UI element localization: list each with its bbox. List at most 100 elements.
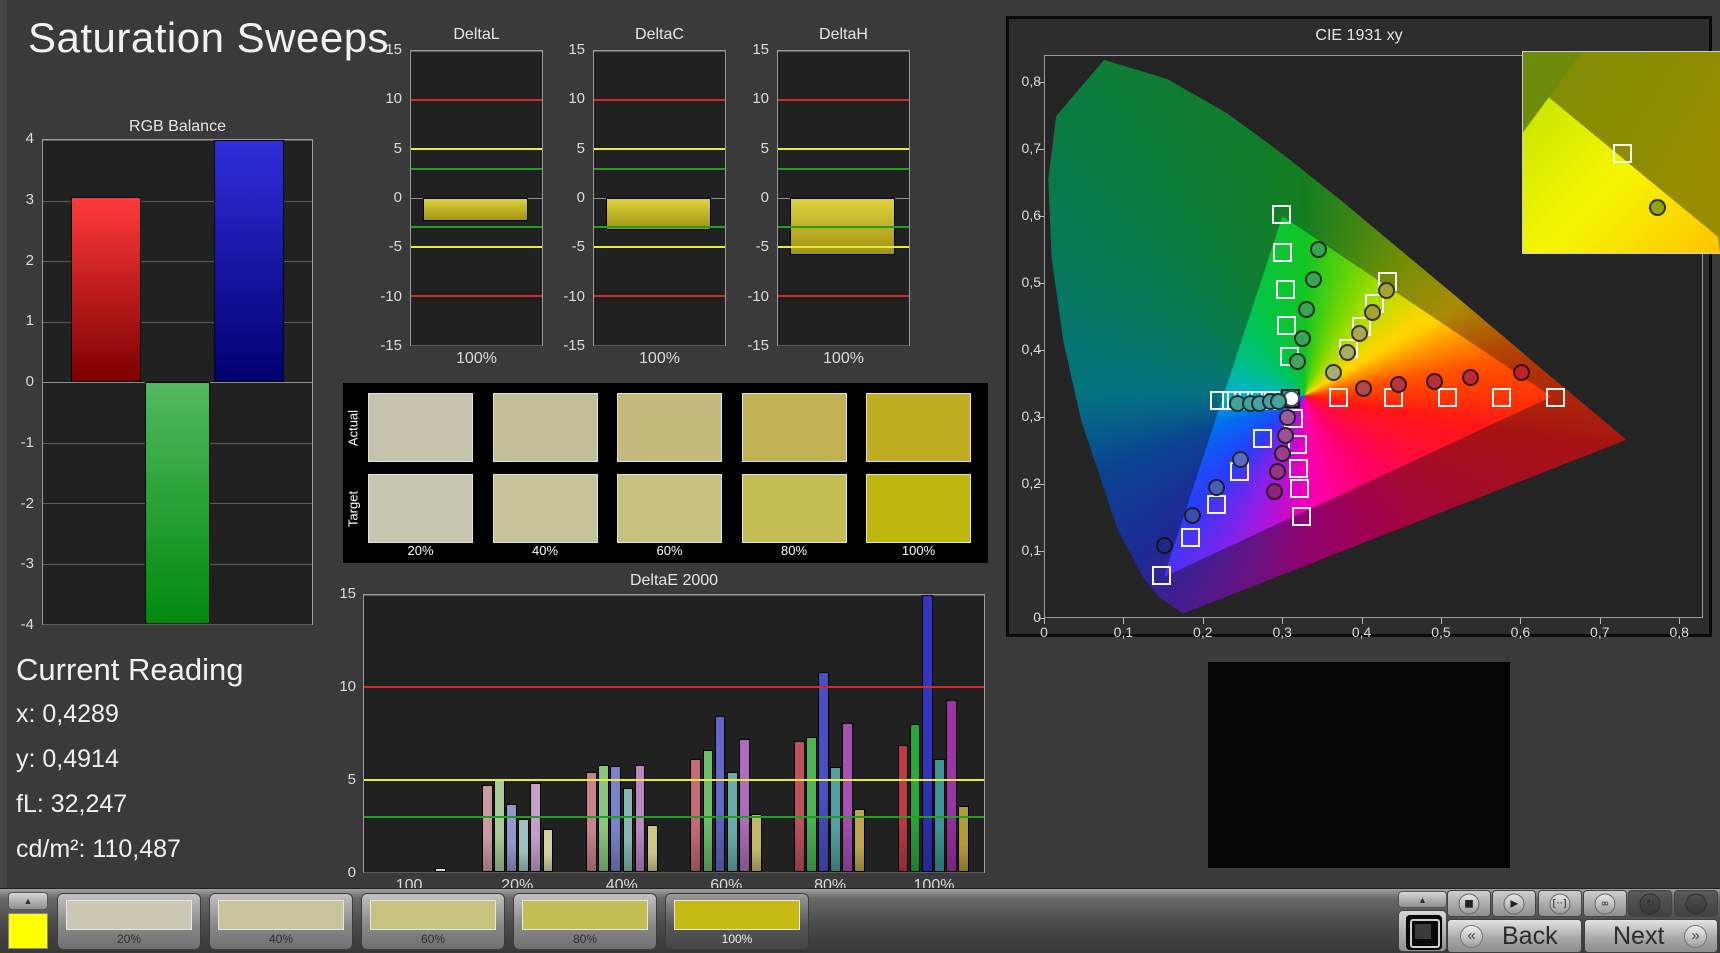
deltae-bar [610, 765, 622, 872]
stop-icon: ■ [1458, 893, 1480, 914]
cie-x-tick-label: 0,7 [1590, 624, 1610, 640]
play-icon: ▶ [1503, 893, 1525, 914]
transport-collapse-button[interactable] [1398, 891, 1447, 908]
cie-measured-point [1354, 380, 1372, 398]
next-button[interactable]: Next [1584, 919, 1718, 953]
pattern-button-60%[interactable]: 60% [361, 893, 505, 950]
cie-target-square [1277, 315, 1297, 335]
back-button[interactable]: Back [1447, 919, 1582, 953]
cie-target-square [1273, 243, 1293, 263]
delta-y-tick-label: 5 [760, 139, 769, 157]
play-button[interactable]: ▶ [1492, 890, 1537, 917]
swatch-column-label: 60% [656, 543, 683, 558]
delta-l-title: DeltaL [453, 26, 500, 43]
deltae-bar [738, 739, 750, 872]
cie-target-square [1290, 479, 1310, 499]
reference-line-yellow [411, 245, 542, 248]
pattern-button-20%[interactable]: 20% [57, 893, 201, 950]
pattern-window-button[interactable]: [··] [1537, 890, 1582, 917]
delta-gridline [411, 51, 542, 52]
actual-swatch-80% [741, 393, 847, 462]
pattern-window-icon [1406, 915, 1442, 950]
deltae-bar [434, 868, 446, 872]
pattern-button-40%[interactable]: 40% [209, 893, 353, 950]
page-title: Saturation Sweeps [28, 14, 390, 61]
delta-y-tick-label: -10 [563, 287, 585, 305]
cie-x-tick [1361, 618, 1363, 624]
cie-target-square [1328, 388, 1348, 408]
delta-h-title: DeltaH [819, 26, 868, 43]
cie-x-tick-label: 0,1 [1113, 624, 1134, 640]
deltae-bar [842, 723, 854, 872]
current-reading-block: Current Reading x: 0,4289 y: 0,4914 fL: … [0, 652, 330, 882]
deltae-bar [945, 700, 957, 872]
deltae-2000-chart: DeltaE 2000 15 10 5 0 100 20% 40% 60% 80% 100% [339, 572, 1001, 894]
cie-measured-point [1338, 344, 1356, 362]
reference-line-yellow [364, 778, 984, 781]
cie-target-square [1206, 494, 1226, 514]
cie-y-tick [1038, 416, 1044, 418]
pattern-button-label: 40% [268, 932, 294, 946]
cie-y-tick-label: 0,5 [1021, 273, 1041, 290]
deltae-bar [921, 595, 933, 872]
refresh-button: ↻ [1628, 890, 1673, 917]
deltae-bar [854, 809, 866, 872]
deltae-y-axis: 15 10 5 0 [339, 585, 360, 881]
rgb-bar-green [144, 382, 211, 624]
cie-x-tick [1599, 618, 1601, 624]
delta-y-tick-label: 15 [385, 41, 402, 58]
target-swatch-40% [492, 474, 598, 543]
pattern-button-100%[interactable]: 100% [665, 893, 809, 950]
bottom-toolbar: 20% 40% 60% 80% 100% ■ ▶ [··] ∞ ↻ Back Next [0, 888, 1720, 953]
delta-c-y-axis: 15 10 5 0 -5 -10 -15 [558, 41, 589, 354]
delta-y-tick-label: -5 [388, 238, 402, 256]
inset-measured-point [1648, 198, 1666, 216]
actual-target-swatch-panel: Actual Target 20% 40% 60% 80% 100% [343, 383, 988, 563]
deltae-bar [897, 744, 909, 872]
swatch-column-label: 40% [531, 543, 559, 558]
delta-h-plot [777, 50, 910, 346]
reference-line-green [411, 226, 542, 229]
cie-y-tick [1038, 483, 1044, 485]
inset-target-square [1612, 143, 1632, 163]
reference-line-red [411, 295, 542, 297]
cie-measured-point [1310, 241, 1328, 259]
deltae-title: DeltaE 2000 [629, 572, 719, 589]
rgb-y-tick-label: 4 [25, 130, 34, 147]
cie-y-tick [1038, 282, 1044, 284]
reference-line-yellow [594, 147, 725, 150]
cie-x-tick-label: 0 [1040, 624, 1048, 640]
deltae-bar [482, 785, 493, 872]
cie-x-tick-label: 0,3 [1272, 624, 1292, 640]
pattern-list-collapse-button[interactable] [8, 892, 48, 910]
deltae-bar [793, 740, 805, 872]
loop-infinite-button[interactable]: ∞ [1582, 890, 1627, 917]
delta-c-chart: DeltaC 15 10 5 0 -5 -10 -15 100% [558, 26, 728, 376]
reference-line-green [594, 167, 725, 170]
delta-gridline [594, 51, 725, 52]
pattern-window-button[interactable] [1398, 910, 1447, 952]
stop-button[interactable]: ■ [1447, 890, 1491, 917]
cie-measured-point [1183, 507, 1201, 525]
reference-line-yellow [778, 147, 909, 150]
cie-target-square [1275, 280, 1295, 300]
deltae-gridline [364, 872, 984, 873]
deltae-bar [830, 766, 842, 872]
delta-y-tick-label: 0 [576, 189, 585, 206]
back-chevron-icon [1460, 925, 1483, 948]
cie-measured-point [1156, 536, 1174, 554]
pattern-button-80%[interactable]: 80% [513, 893, 657, 950]
indicator-icon [1685, 893, 1706, 914]
deltae-bar [909, 724, 921, 872]
delta-gridline [594, 345, 725, 346]
reading-x: x: 0,4289 [16, 700, 119, 728]
indicator-button [1673, 890, 1718, 917]
deltae-bar [518, 819, 530, 872]
cie-measured-point [1232, 450, 1250, 468]
pattern-display-window [1208, 662, 1510, 868]
cie-target-square [1291, 506, 1311, 526]
generator-color-swatch[interactable] [8, 913, 48, 949]
cie-y-tick-label: 0,4 [1021, 340, 1041, 357]
delta-y-tick-label: -5 [755, 238, 769, 256]
delta-h-x-label: 100% [823, 350, 864, 367]
